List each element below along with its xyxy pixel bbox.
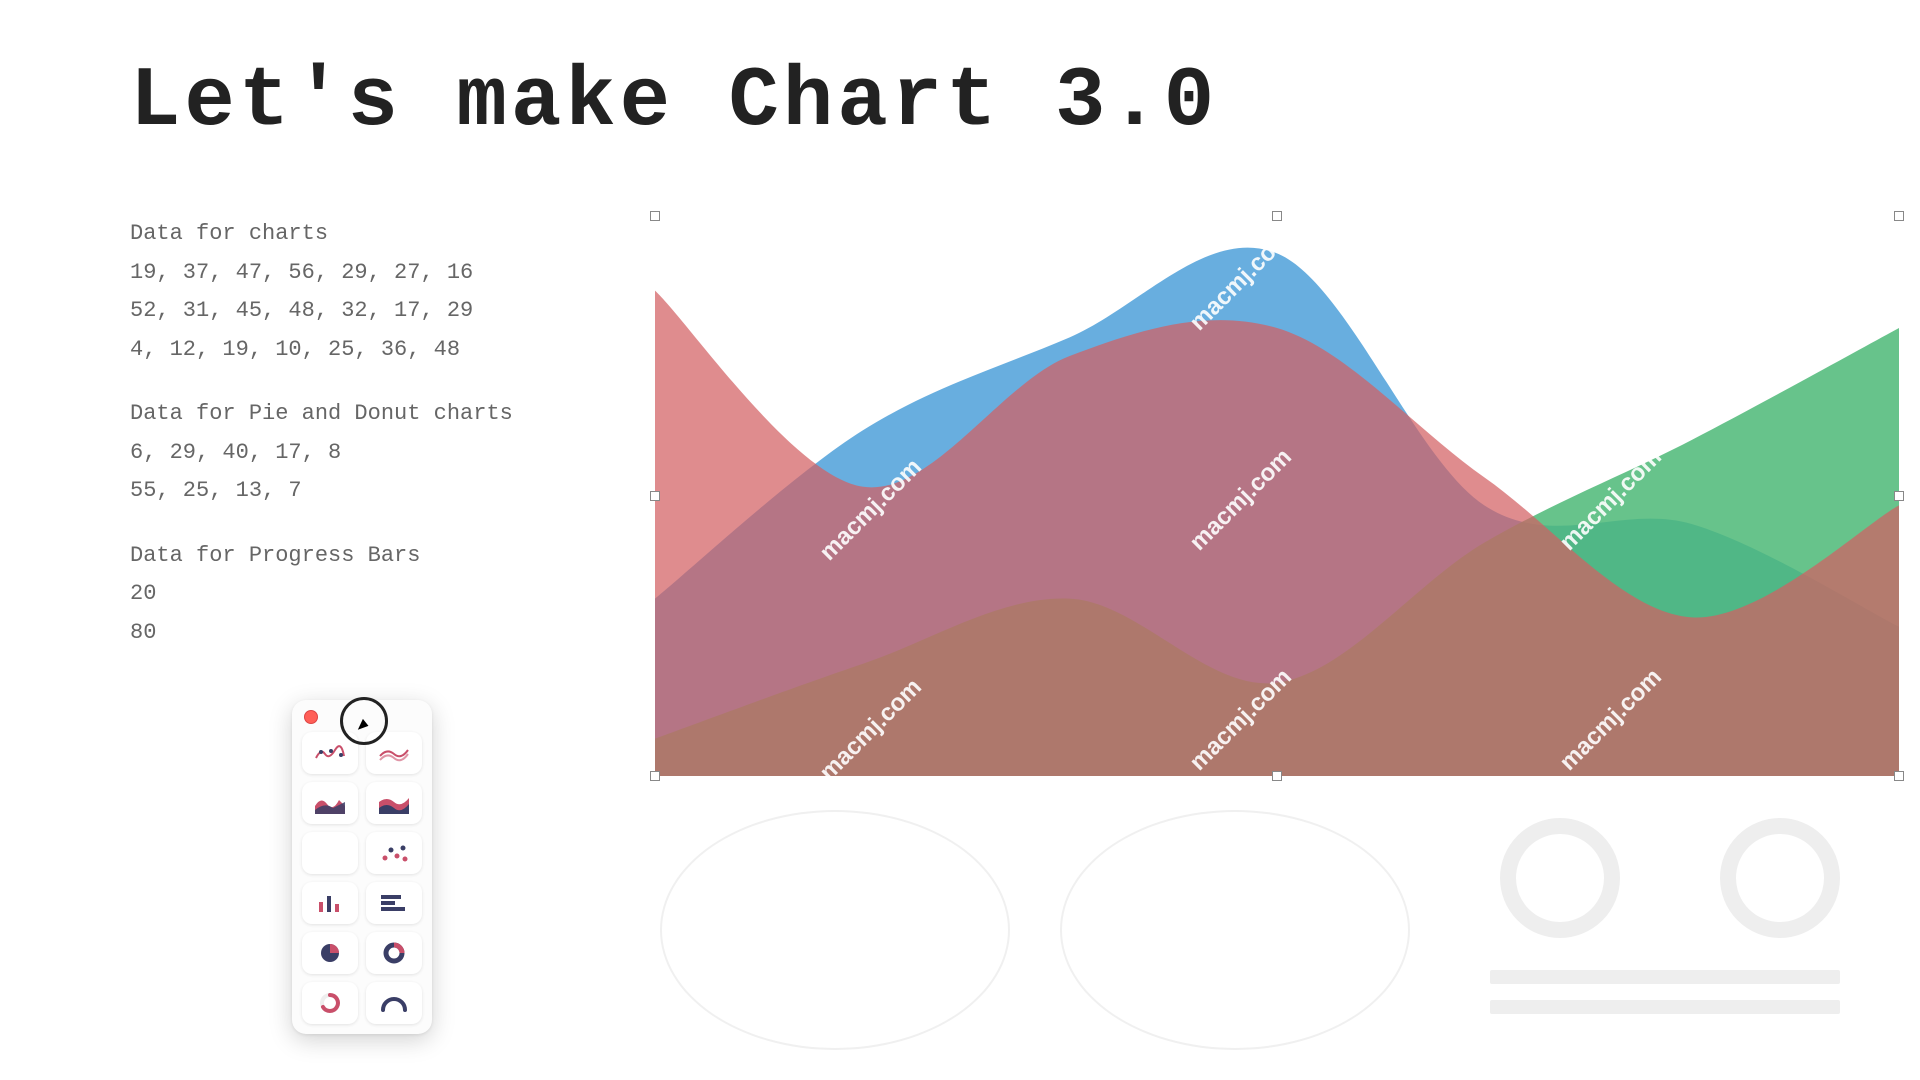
selection-handle[interactable] (650, 491, 660, 501)
placeholder-ring (1500, 818, 1620, 938)
data-row: 20 (130, 575, 560, 614)
selection-handle[interactable] (1894, 771, 1904, 781)
data-row: 55, 25, 13, 7 (130, 472, 560, 511)
area-chart-svg (655, 216, 1899, 776)
placeholder-ring (1720, 818, 1840, 938)
selection-handle[interactable] (1894, 491, 1904, 501)
section-title-charts: Data for charts (130, 215, 560, 254)
palette-grid (302, 732, 422, 1024)
tool-multi-line-chart[interactable] (366, 732, 422, 774)
data-row: 80 (130, 614, 560, 653)
tool-stream-chart[interactable] (302, 832, 358, 874)
section-title-progress: Data for Progress Bars (130, 537, 560, 576)
selection-handle[interactable] (1272, 771, 1282, 781)
palette-header[interactable] (302, 710, 422, 724)
tool-stacked-area-chart[interactable] (366, 782, 422, 824)
chart-type-palette[interactable] (292, 700, 432, 1034)
tool-pie-chart[interactable] (302, 932, 358, 974)
placeholder-ellipse (1060, 810, 1410, 1050)
tool-gauge-chart[interactable] (366, 982, 422, 1024)
tool-scatter-chart[interactable] (366, 832, 422, 874)
selection-handle[interactable] (1894, 211, 1904, 221)
tool-donut-chart[interactable] (366, 932, 422, 974)
area-chart-canvas[interactable]: macmj.com macmj.com macmj.com macmj.com … (655, 216, 1899, 776)
tool-horizontal-bar-chart[interactable] (366, 882, 422, 924)
page-title: Let's make Chart 3.0 (130, 55, 1218, 150)
placeholder-bar (1490, 1000, 1840, 1014)
close-icon[interactable] (304, 710, 318, 724)
data-row: 4, 12, 19, 10, 25, 36, 48 (130, 331, 560, 370)
section-title-pie: Data for Pie and Donut charts (130, 395, 560, 434)
placeholder-bar (1490, 970, 1840, 984)
tool-progress-circle[interactable] (302, 982, 358, 1024)
selection-handle[interactable] (650, 211, 660, 221)
placeholder-ellipse (660, 810, 1010, 1050)
selection-handle[interactable] (1272, 211, 1282, 221)
data-row: 52, 31, 45, 48, 32, 17, 29 (130, 292, 560, 331)
data-text-panel: Data for charts 19, 37, 47, 56, 29, 27, … (130, 215, 560, 652)
data-row: 19, 37, 47, 56, 29, 27, 16 (130, 254, 560, 293)
tool-area-chart[interactable] (302, 782, 358, 824)
data-row: 6, 29, 40, 17, 8 (130, 434, 560, 473)
selection-handle[interactable] (650, 771, 660, 781)
tool-bar-chart[interactable] (302, 882, 358, 924)
tool-line-chart[interactable] (302, 732, 358, 774)
